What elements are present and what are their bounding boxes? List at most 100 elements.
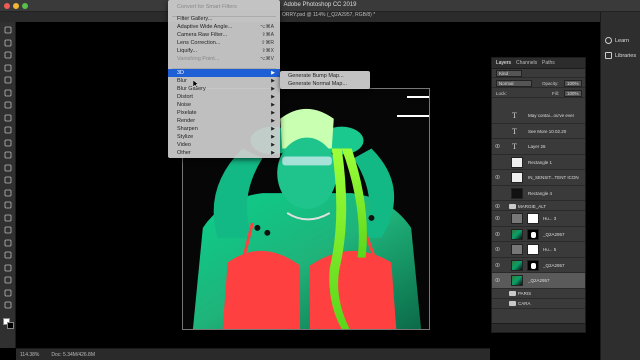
background-color-swatch[interactable]	[7, 322, 14, 329]
menu-item-render[interactable]: Render ▶	[168, 117, 280, 125]
blur-tool-icon[interactable]	[3, 201, 13, 209]
menu-item-pixelate[interactable]: Pixelate ▶	[168, 109, 280, 117]
menu-item-liquify[interactable]: Liquify... ⇧⌘X	[168, 47, 280, 55]
layer-row[interactable]: Hu... 3	[492, 211, 585, 227]
visibility-eye-icon[interactable]	[495, 216, 500, 220]
visibility-eye-icon[interactable]	[495, 204, 500, 208]
path-select-tool-icon[interactable]	[3, 251, 13, 259]
layer-row[interactable]: MARGIE_ALT	[492, 201, 585, 211]
layer-row[interactable]: _Q2A2957	[492, 273, 585, 289]
menu-item-label: Adaptive Wide Angle...	[177, 24, 233, 30]
hand-tool-icon[interactable]	[3, 276, 13, 284]
menu-item-filter-gallery[interactable]: Filter Gallery...	[168, 15, 280, 23]
menu-item-shortcut: ⌥⌘V	[259, 56, 274, 62]
fill-input[interactable]: 100%	[564, 90, 582, 97]
layer-mask-thumbnail[interactable]	[527, 228, 539, 240]
tab-channels[interactable]: Channels	[516, 60, 537, 66]
layer-thumbnail	[511, 259, 523, 271]
visibility-eye-icon[interactable]	[495, 175, 500, 179]
layer-row[interactable]: T Layer 26	[492, 139, 585, 155]
layer-row[interactable]: T See More 10.02.20	[492, 124, 585, 139]
menu-item-other[interactable]: Other ▶	[168, 149, 280, 157]
layer-row[interactable]: _Q2A2957	[492, 227, 585, 242]
adjustment-layer-icon	[511, 213, 523, 224]
layer-row[interactable]: PARIS	[492, 289, 585, 299]
blend-row: Normal Opacity: 100%	[492, 79, 585, 88]
fill-label: Fill:	[552, 91, 559, 96]
visibility-eye-icon[interactable]	[495, 278, 500, 282]
crop-tool-icon[interactable]	[3, 89, 13, 97]
menu-item-sharpen[interactable]: Sharpen ▶	[168, 125, 280, 133]
layer-row[interactable]: Hu... 5	[492, 242, 585, 258]
gradient-tool-icon[interactable]	[3, 189, 13, 197]
visibility-eye-icon[interactable]	[495, 231, 500, 236]
menu-item-shortcut: ⇧⌘A	[261, 32, 274, 38]
menu-item-label: Lens Correction...	[177, 40, 221, 46]
menu-item-blur[interactable]: Blur ▶	[168, 77, 280, 85]
type-tool-icon[interactable]	[3, 239, 13, 247]
layer-row[interactable]: Rectangle 1	[492, 155, 585, 170]
healing-tool-icon[interactable]	[3, 126, 13, 134]
zoom-tool-icon[interactable]	[3, 289, 13, 297]
layer-name: _Q2A2957	[543, 231, 565, 237]
menu-item-noise[interactable]: Noise ▶	[168, 101, 280, 109]
more-tool-icon[interactable]	[3, 301, 13, 309]
visibility-eye-icon[interactable]	[495, 247, 500, 251]
menu-item-label: Noise	[177, 102, 192, 108]
menu-item-video[interactable]: Video ▶	[168, 141, 280, 149]
learn-panel-button[interactable]: Learn	[605, 37, 629, 44]
blend-mode-select[interactable]: Normal	[496, 80, 532, 87]
submenu-arrow-icon: ▶	[271, 102, 275, 108]
marquee-tool-icon[interactable]	[3, 51, 13, 59]
stamp-tool-icon[interactable]	[3, 151, 13, 159]
pen-tool-icon[interactable]	[3, 226, 13, 234]
menu-item-blur-gallery[interactable]: Blur Gallery ▶	[168, 85, 280, 93]
artboard-tool-icon[interactable]	[3, 39, 13, 47]
menu-item-lens-correction[interactable]: Lens Correction... ⇧⌘R	[168, 39, 280, 47]
frame-tool-icon[interactable]	[3, 101, 13, 109]
generate-normal-map-item[interactable]: Generate Normal Map...	[288, 81, 347, 87]
filter-row: Kind	[492, 69, 585, 78]
layer-row[interactable]: Rectangle 4	[492, 186, 585, 201]
eraser-tool-icon[interactable]	[3, 176, 13, 184]
folder-icon	[509, 203, 516, 209]
brush-tool-icon[interactable]	[3, 139, 13, 147]
layer-mask-thumbnail[interactable]	[527, 259, 539, 271]
zoom-level[interactable]: 114.38%	[20, 352, 39, 358]
submenu-arrow-icon: ▶	[271, 110, 275, 116]
opacity-input[interactable]: 100%	[564, 80, 582, 87]
menu-item-label: Liquify...	[177, 48, 198, 54]
lasso-tool-icon[interactable]	[3, 64, 13, 72]
menu-item-camera-raw-filter[interactable]: Camera Raw Filter... ⇧⌘A	[168, 31, 280, 39]
menu-item-distort[interactable]: Distort ▶	[168, 93, 280, 101]
layer-mask-thumbnail[interactable]	[527, 213, 539, 224]
dodge-tool-icon[interactable]	[3, 214, 13, 222]
layer-thumbnail	[511, 228, 523, 240]
layer-mask-thumbnail[interactable]	[527, 244, 539, 255]
menu-item-stylize[interactable]: Stylize ▶	[168, 133, 280, 141]
tools-panel	[0, 22, 16, 348]
tab-paths[interactable]: Paths	[542, 60, 555, 66]
tab-layers[interactable]: Layers	[496, 60, 511, 66]
visibility-eye-icon[interactable]	[495, 144, 500, 148]
move-tool-icon[interactable]	[3, 26, 13, 34]
layer-row[interactable]: IN_SENSIT...TENT ICON	[492, 170, 585, 186]
visibility-eye-icon[interactable]	[495, 262, 500, 267]
menu-item-3d[interactable]: 3D ▶	[168, 69, 280, 77]
submenu-arrow-icon: ▶	[271, 118, 275, 124]
layer-row[interactable]: CARA	[492, 299, 585, 309]
eyedropper-tool-icon[interactable]	[3, 114, 13, 122]
rectangle-tool-icon[interactable]	[3, 264, 13, 272]
folder-icon	[509, 301, 516, 306]
layer-row[interactable]: T May contai...ou've ever	[492, 108, 585, 124]
history-brush-tool-icon[interactable]	[3, 164, 13, 172]
generate-bump-map-item[interactable]: Generate Bump Map...	[288, 73, 344, 79]
menu-item-shortcut: ⌥⌘A	[259, 24, 274, 30]
quick-select-tool-icon[interactable]	[3, 76, 13, 84]
layer-filter-kind[interactable]: Kind	[496, 70, 522, 77]
document-tab[interactable]: ORRY.psd @ 114% (_Q2A2957, RGB/8) *	[282, 12, 375, 21]
libraries-panel-button[interactable]: Libraries	[605, 52, 636, 59]
layer-row[interactable]: _Q2A2957	[492, 258, 585, 273]
menu-item-adaptive-wide-angle[interactable]: Adaptive Wide Angle... ⌥⌘A	[168, 23, 280, 31]
menu-item-vanishing-point: Vanishing Point... ⌥⌘V	[168, 55, 280, 63]
